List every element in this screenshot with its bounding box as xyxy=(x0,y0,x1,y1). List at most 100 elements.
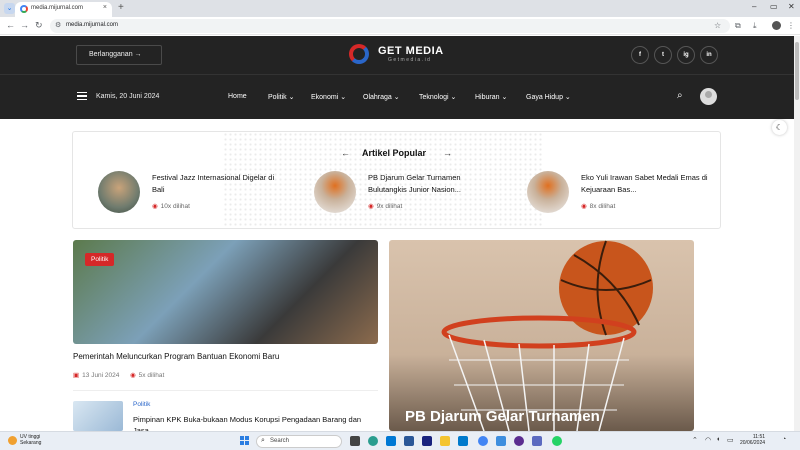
profile-avatar[interactable] xyxy=(772,21,781,30)
reload-icon[interactable]: ↻ xyxy=(35,20,43,31)
nav-label: Olahraga xyxy=(363,94,392,101)
logo-icon[interactable] xyxy=(349,44,369,64)
popular-item-title[interactable]: Eko Yuli Irawan Sabet Medali Emas di Kej… xyxy=(581,172,713,196)
google-favicon-icon xyxy=(20,5,28,13)
menu-kebab-icon[interactable]: ⋮ xyxy=(787,21,795,30)
popular-thumb-medal[interactable] xyxy=(527,171,569,213)
eye-icon: ◉ xyxy=(152,203,158,210)
tab-search-button[interactable]: ⌄ xyxy=(4,3,15,14)
site-logo-subtitle: Getmedia.id xyxy=(388,57,432,63)
popular-item-views: ◉ 8x dilihat xyxy=(581,202,615,210)
next-arrow-icon[interactable]: → xyxy=(443,148,452,158)
nav-item-home[interactable]: Home xyxy=(228,93,247,100)
battery-icon[interactable]: ▭ xyxy=(727,436,734,444)
hamburger-menu-icon[interactable] xyxy=(77,92,87,100)
date-text: 13 Juni 2024 xyxy=(82,372,120,379)
popular-articles-box: ← Artikel Popular → Festival Jazz Intern… xyxy=(72,131,721,229)
nav-label: Politik xyxy=(268,94,287,101)
nav-label: Gaya Hidup xyxy=(526,94,563,101)
nav-item-hiburan[interactable]: Hiburan ⌄ xyxy=(475,93,507,101)
popular-item-title[interactable]: PB Djarum Gelar Turnamen Bulutangkis Jun… xyxy=(368,172,500,196)
vscode-icon[interactable] xyxy=(458,436,468,446)
download-icon[interactable]: ⤓ xyxy=(753,21,757,31)
popular-thumb-jazz[interactable] xyxy=(98,171,140,213)
calculator-icon[interactable] xyxy=(532,436,542,446)
browser-tabstrip: ⌄ media.mijurnal.com × + – ▭ ✕ xyxy=(0,0,800,17)
arrow-right-icon: → xyxy=(134,51,142,58)
minimize-icon[interactable]: – xyxy=(752,2,756,11)
nav-item-olahraga[interactable]: Olahraga ⌄ xyxy=(363,93,400,101)
dark-mode-toggle-icon[interactable]: ☾ xyxy=(772,120,787,135)
store-icon[interactable] xyxy=(404,436,414,446)
user-avatar[interactable] xyxy=(700,88,717,105)
wifi-icon[interactable]: ◠ xyxy=(705,436,711,444)
nav-item-teknologi[interactable]: Teknologi ⌄ xyxy=(419,93,456,101)
site-header: Berlangganan → GET MEDIA Getmedia.id f t… xyxy=(0,36,794,74)
taskbar-search-input[interactable]: ⌕ Search xyxy=(256,435,342,448)
article-image[interactable] xyxy=(73,240,378,344)
chevron-down-icon: ⌄ xyxy=(450,94,457,101)
windows-taskbar: UV tinggi Sekarang ⌕ Search ⌃ ◠ ◖ ▭ 11:5… xyxy=(0,431,800,450)
nav-item-ekonomi[interactable]: Ekonomi ⌄ xyxy=(311,93,346,101)
popular-title: Artikel Popular xyxy=(362,148,427,158)
tab-title: media.mijurnal.com xyxy=(31,5,84,11)
forward-icon[interactable]: → xyxy=(20,20,29,30)
twitter-icon[interactable]: t xyxy=(654,46,672,64)
popular-thumb-basketball[interactable] xyxy=(314,171,356,213)
file-explorer-icon[interactable] xyxy=(440,436,450,446)
scrollbar-thumb[interactable] xyxy=(795,42,799,100)
site-logo-text[interactable]: GET MEDIA xyxy=(378,45,444,57)
previous-arrow-icon[interactable]: ← xyxy=(341,148,350,158)
chrome-icon[interactable] xyxy=(478,436,488,446)
volume-icon[interactable]: ◖ xyxy=(716,436,720,443)
feature-article-image[interactable] xyxy=(389,240,694,431)
address-url[interactable]: media.mijurnal.com xyxy=(66,22,118,28)
article-title[interactable]: Pemerintah Meluncurkan Program Bantuan E… xyxy=(73,352,279,361)
weather-widget[interactable]: UV tinggi Sekarang xyxy=(20,434,41,446)
search-icon[interactable]: ⌕ xyxy=(677,90,683,101)
edge-icon[interactable] xyxy=(368,436,378,446)
search-icon: ⌕ xyxy=(261,437,265,444)
app-blue-icon[interactable] xyxy=(496,436,506,446)
tab-close-icon[interactable]: × xyxy=(103,4,107,11)
browser-tab[interactable]: media.mijurnal.com × xyxy=(15,2,112,17)
back-icon[interactable]: ← xyxy=(6,20,15,30)
new-tab-button[interactable]: + xyxy=(118,2,124,13)
app-l-icon[interactable] xyxy=(422,436,432,446)
linkedin-icon[interactable]: in xyxy=(700,46,718,64)
start-windows-icon[interactable] xyxy=(240,436,250,446)
popular-item-title[interactable]: Festival Jazz Internasional Digelar di B… xyxy=(152,172,284,196)
chevron-down-icon: ⌄ xyxy=(564,94,571,101)
window-close-icon[interactable]: ✕ xyxy=(788,2,795,11)
chevron-down-icon: ⌄ xyxy=(501,94,508,101)
address-bar[interactable]: ⚙ media.mijurnal.com xyxy=(50,19,730,33)
maximize-icon[interactable]: ▭ xyxy=(770,2,778,11)
browser-toolbar: ← → ↻ ⚙ media.mijurnal.com ☆ ⧉ ⤓ ⋮ xyxy=(0,17,800,35)
tray-chevron-up-icon[interactable]: ⌃ xyxy=(692,436,698,444)
site-info-icon[interactable]: ⚙ xyxy=(55,21,61,29)
nav-item-gaya-hidup[interactable]: Gaya Hidup ⌄ xyxy=(526,93,571,101)
nav-label: Ekonomi xyxy=(311,94,339,101)
category-tag[interactable]: Politik xyxy=(85,253,115,266)
task-view-icon[interactable] xyxy=(350,436,360,446)
views-text: 5x dilihat xyxy=(138,372,165,379)
eye-icon: ◉ xyxy=(368,203,374,210)
facebook-icon[interactable]: f xyxy=(631,46,649,64)
small-article-category[interactable]: Politik xyxy=(133,401,150,408)
podcast-icon[interactable] xyxy=(514,436,524,446)
bookmark-star-icon[interactable]: ☆ xyxy=(714,21,721,30)
small-article-image[interactable] xyxy=(73,401,123,431)
whatsapp-icon[interactable] xyxy=(552,436,562,446)
system-clock[interactable]: 11:51 20/06/2024 xyxy=(740,434,765,446)
feature-article-title[interactable]: PB Djarum Gelar Turnamen xyxy=(405,408,600,425)
extensions-icon[interactable]: ⧉ xyxy=(735,21,741,31)
nav-label: Hiburan xyxy=(475,94,500,101)
instagram-icon[interactable]: ig xyxy=(677,46,695,64)
main-navigation: Kamis, 20 Juni 2024 Home Politik ⌄ Ekono… xyxy=(0,74,794,119)
outlook-icon[interactable] xyxy=(386,436,396,446)
clock-date: 20/06/2024 xyxy=(740,440,766,446)
subscribe-button[interactable]: Berlangganan → xyxy=(76,45,162,65)
notification-bell-icon[interactable]: ◔ xyxy=(782,436,786,443)
nav-item-politik[interactable]: Politik ⌄ xyxy=(268,93,295,101)
weather-sun-icon[interactable] xyxy=(8,436,17,445)
